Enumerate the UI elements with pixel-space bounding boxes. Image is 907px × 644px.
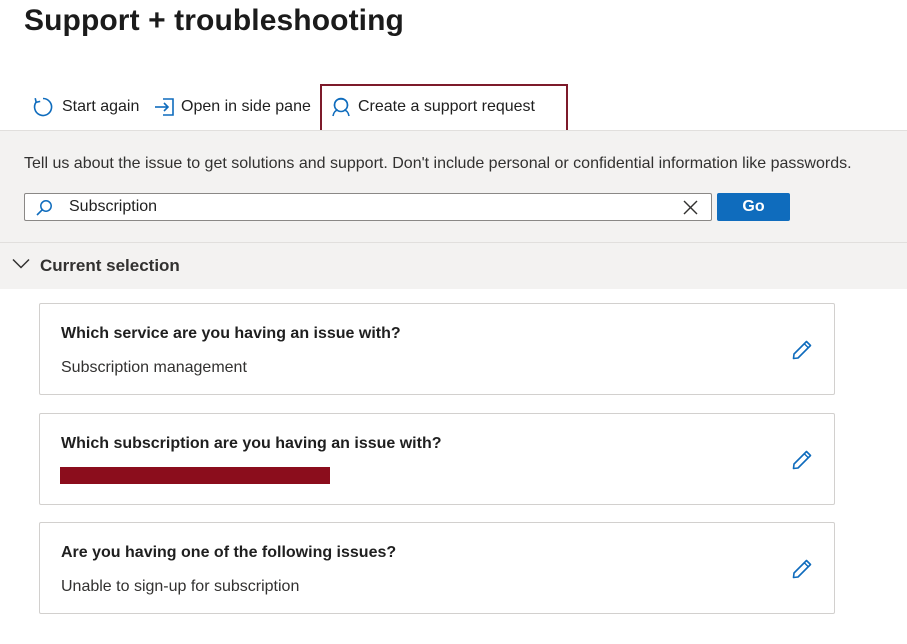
create-support-request-button[interactable]: Create a support request [330, 94, 535, 120]
chevron-down-icon [12, 258, 30, 269]
start-again-button[interactable]: Start again [32, 94, 139, 120]
go-button[interactable]: Go [717, 193, 790, 221]
card-question: Are you having one of the following issu… [61, 544, 397, 561]
issue-input-panel [0, 131, 907, 242]
current-selection-header[interactable]: Current selection [0, 243, 907, 289]
support-person-icon [332, 97, 350, 117]
instruction-text: Tell us about the issue to get solutions… [24, 155, 852, 172]
selection-card-issue: Are you having one of the following issu… [39, 522, 835, 614]
open-side-pane-icon [155, 98, 174, 116]
close-icon[interactable] [682, 199, 699, 216]
pencil-icon[interactable] [791, 339, 813, 361]
pencil-icon[interactable] [791, 558, 813, 580]
open-side-pane-label: Open in side pane [181, 98, 311, 115]
open-side-pane-button[interactable]: Open in side pane [154, 94, 311, 120]
start-again-label: Start again [62, 98, 140, 115]
issue-search-input[interactable] [69, 194, 669, 220]
card-answer: Unable to sign-up for subscription [61, 578, 300, 595]
selection-card-service: Which service are you having an issue wi… [39, 303, 835, 395]
search-icon [36, 200, 52, 216]
refresh-icon [33, 97, 53, 117]
current-selection-title: Current selection [40, 256, 180, 275]
pencil-icon[interactable] [791, 449, 813, 471]
card-answer: Subscription management [61, 359, 247, 376]
selection-card-subscription: Which subscription are you having an iss… [39, 413, 835, 505]
card-question: Which service are you having an issue wi… [61, 325, 401, 342]
card-question: Which subscription are you having an iss… [61, 435, 442, 452]
page-title: Support + troubleshooting [24, 4, 404, 37]
command-bar: Start again Open in side pane Create a s… [0, 84, 907, 134]
redacted-subscription-value [60, 467, 330, 484]
issue-search-box [24, 193, 712, 221]
create-support-request-label: Create a support request [358, 98, 535, 115]
